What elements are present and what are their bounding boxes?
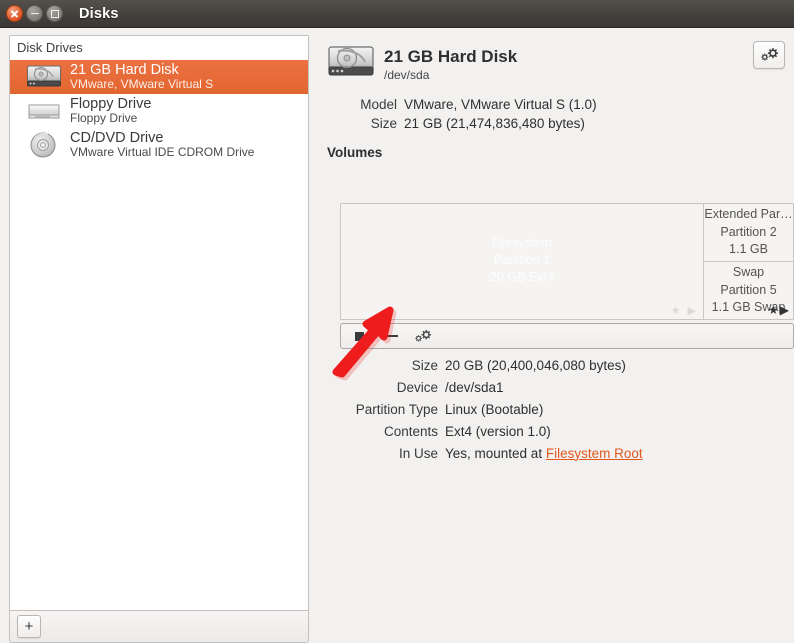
detail-value: Linux (Bootable) bbox=[445, 401, 544, 417]
page-title: 21 GB Hard Disk bbox=[384, 47, 518, 66]
window-title: Disks bbox=[79, 5, 119, 22]
hard-disk-icon bbox=[26, 63, 62, 91]
sidebar-item-subtitle: Floppy Drive bbox=[70, 111, 138, 126]
table-row: Partition Type Linux (Bootable) bbox=[320, 398, 643, 420]
partition-column: Extended Par… Partition 2 1.1 GB Swap Pa… bbox=[704, 204, 793, 319]
stop-square-icon bbox=[354, 331, 364, 341]
sidebar-item-subtitle: VMware, VMware Virtual S bbox=[70, 77, 214, 92]
disk-detail-pane: 21 GB Hard Disk /dev/sda Model VMware, V… bbox=[320, 28, 794, 622]
in-use-text: Yes, mounted at bbox=[445, 445, 546, 461]
sidebar-header-label: Disk Drives bbox=[10, 36, 308, 60]
sidebar-item-cddvd-drive[interactable]: CD/DVD Drive VMware Virtual IDE CDROM Dr… bbox=[10, 128, 308, 162]
disk-drives-list[interactable]: Disk Drives 21 GB Hard Disk VMware, VMwa… bbox=[9, 35, 309, 611]
detail-key: Device bbox=[396, 379, 438, 395]
detail-value: 20 GB (20,400,046,080 bytes) bbox=[445, 357, 626, 373]
sidebar-item-title: 21 GB Hard Disk bbox=[70, 62, 179, 79]
detail-value: Ext4 (version 1.0) bbox=[445, 423, 551, 439]
gear-icon bbox=[760, 45, 779, 65]
minus-icon bbox=[384, 335, 398, 337]
close-icon[interactable] bbox=[6, 5, 23, 22]
partition-details: Size 20 GB (20,400,046,080 bytes) Device… bbox=[320, 354, 794, 464]
table-row: Size 21 GB (21,474,836,480 bytes) bbox=[327, 114, 597, 133]
add-disk-image-button[interactable]: + bbox=[17, 615, 41, 638]
sidebar-item-hard-disk[interactable]: 21 GB Hard Disk VMware, VMware Virtual S bbox=[10, 60, 308, 94]
more-actions-button[interactable] bbox=[414, 327, 432, 345]
cdrom-drive-icon bbox=[26, 131, 62, 159]
partition-flag-icons: ★▶ bbox=[768, 303, 790, 318]
partition-label: Filesystem Partition 1 20 GB Ext4 bbox=[490, 236, 554, 284]
floppy-drive-icon bbox=[26, 97, 62, 125]
info-value: 21 GB (21,474,836,480 bytes) bbox=[404, 116, 585, 131]
detail-key: Partition Type bbox=[355, 401, 438, 417]
detail-key: In Use bbox=[398, 445, 438, 461]
partition-flag-icons: ★ ▶ bbox=[670, 305, 698, 317]
table-row: In Use Yes, mounted at Filesystem Root bbox=[320, 442, 643, 464]
window-titlebar: Disks bbox=[0, 0, 794, 28]
sidebar-item-subtitle: VMware Virtual IDE CDROM Drive bbox=[70, 145, 255, 160]
detail-key: Size bbox=[411, 357, 438, 373]
sidebar-item-floppy-drive[interactable]: Floppy Drive Floppy Drive bbox=[10, 94, 308, 128]
detail-value: Yes, mounted at Filesystem Root bbox=[445, 442, 643, 464]
filesystem-root-link[interactable]: Filesystem Root bbox=[546, 446, 643, 461]
detail-key: Contents bbox=[383, 423, 438, 439]
table-row: Device /dev/sda1 bbox=[320, 376, 643, 398]
unmount-button[interactable] bbox=[382, 327, 400, 345]
disk-options-button[interactable] bbox=[753, 41, 785, 69]
table-row: Model VMware, VMware Virtual S (1.0) bbox=[327, 95, 597, 114]
volumes-grid[interactable]: Filesystem Partition 1 20 GB Ext4 ★ ▶ Ex… bbox=[340, 203, 794, 320]
info-value: VMware, VMware Virtual S (1.0) bbox=[404, 97, 597, 112]
partition-block-5[interactable]: Swap Partition 5 1.1 GB Swap ★▶ bbox=[704, 262, 793, 320]
minimize-icon[interactable] bbox=[26, 5, 43, 22]
table-row: Size 20 GB (20,400,046,080 bytes) bbox=[320, 354, 643, 376]
disk-info-table: Model VMware, VMware Virtual S (1.0) Siz… bbox=[327, 95, 597, 133]
info-key: Model bbox=[360, 97, 397, 112]
info-key: Size bbox=[370, 116, 397, 131]
gear-icon bbox=[414, 327, 432, 346]
hard-disk-icon bbox=[327, 43, 375, 87]
detail-value: /dev/sda1 bbox=[445, 379, 504, 395]
partition-block-2[interactable]: Extended Par… Partition 2 1.1 GB bbox=[704, 204, 793, 262]
device-path-label: /dev/sda bbox=[384, 67, 430, 82]
partition-block-1[interactable]: Filesystem Partition 1 20 GB Ext4 ★ ▶ bbox=[341, 204, 704, 319]
maximize-icon[interactable] bbox=[46, 5, 63, 22]
stop-button[interactable] bbox=[350, 327, 368, 345]
partition-label: Extended Par… Partition 2 1.1 GB bbox=[704, 207, 793, 256]
disk-header: 21 GB Hard Disk /dev/sda bbox=[320, 28, 794, 87]
sidebar-item-title: CD/DVD Drive bbox=[70, 130, 164, 147]
partition-details-table: Size 20 GB (20,400,046,080 bytes) Device… bbox=[320, 354, 643, 464]
volumes-section-label: Volumes bbox=[327, 145, 383, 160]
volume-actions-toolbar bbox=[340, 323, 794, 349]
sidebar-toolbar: + bbox=[9, 611, 309, 643]
sidebar-item-title: Floppy Drive bbox=[70, 96, 152, 113]
table-row: Contents Ext4 (version 1.0) bbox=[320, 420, 643, 442]
